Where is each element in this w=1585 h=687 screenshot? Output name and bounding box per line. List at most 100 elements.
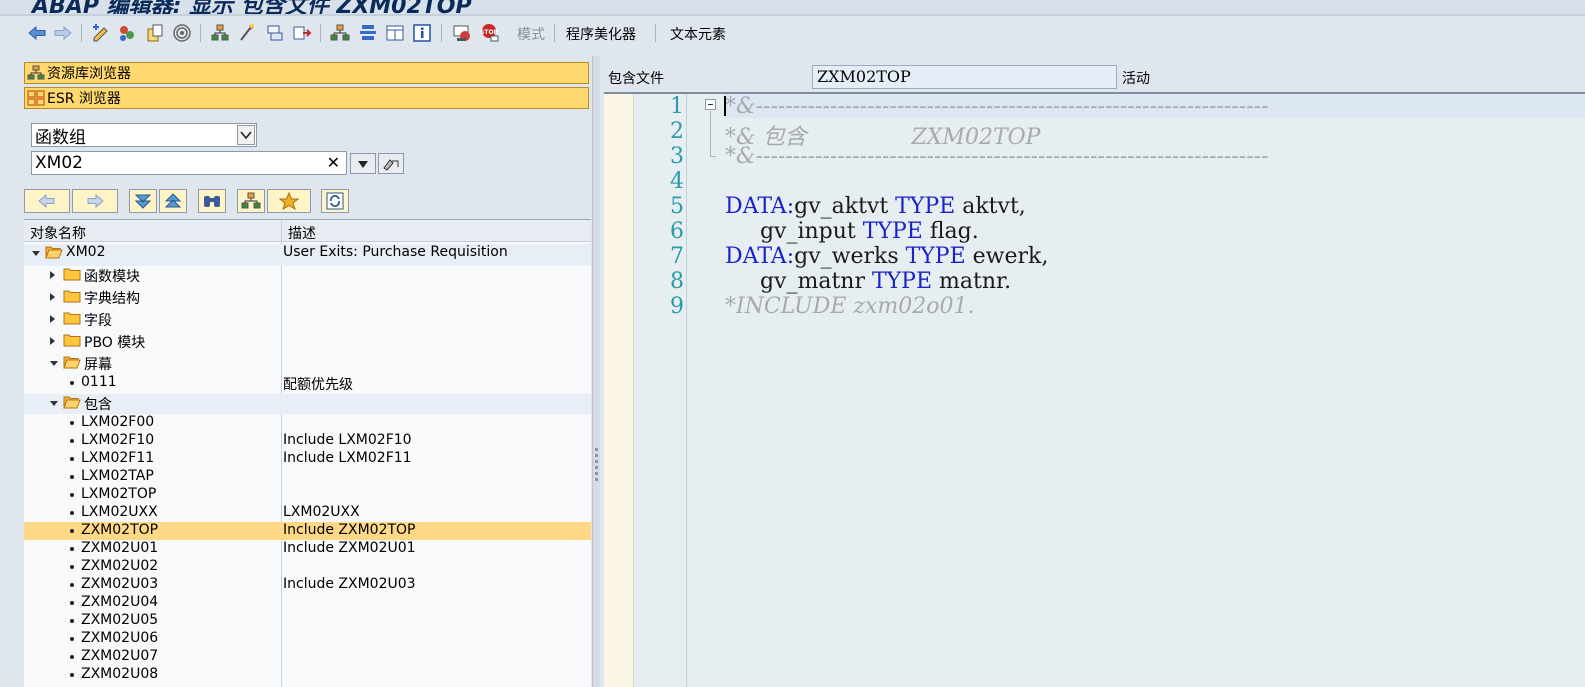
bullet-icon xyxy=(70,439,74,443)
repository-browser-button[interactable]: 资源库浏览器 xyxy=(24,62,589,84)
collapsed-arrow-icon[interactable] xyxy=(50,337,55,345)
stop-breakpoint-icon[interactable]: STOP xyxy=(479,22,501,44)
tree-node-name: ZXM02TOP xyxy=(81,522,159,538)
refresh-button[interactable] xyxy=(321,189,349,213)
binoculars-icon xyxy=(204,196,220,207)
include-name-field[interactable]: ZXM02TOP xyxy=(812,65,1117,89)
tree-row[interactable]: ZXM02U07 xyxy=(24,648,591,666)
tree-node-name: LXM02TOP xyxy=(81,486,157,502)
tree-row[interactable]: ZXM02U04 xyxy=(24,594,591,612)
tree-row[interactable]: 字段 xyxy=(24,310,591,332)
previous-object-button[interactable] xyxy=(24,189,70,213)
bullet-icon xyxy=(70,421,74,425)
code-editor[interactable]: 1 2 3 4 5 6 7 8 9 *&--------------------… xyxy=(604,92,1585,687)
collapsed-arrow-icon[interactable] xyxy=(50,293,55,301)
tree-row[interactable]: 包含 xyxy=(24,394,591,414)
history-dropdown-button[interactable] xyxy=(350,153,376,174)
object-type-select[interactable]: 函数组 xyxy=(31,123,257,148)
application-toolbar: STOP 模式 程序美化器 文本元素 xyxy=(20,18,1585,50)
other-object-icon[interactable] xyxy=(116,22,138,44)
tree-node-name: ZXM02U04 xyxy=(81,594,159,610)
object-name-input[interactable]: XM02 ✕ xyxy=(31,151,347,175)
tree-row[interactable]: XM02 User Exits: Purchase Requisition xyxy=(24,244,591,266)
breakpoint-icon[interactable] xyxy=(451,22,473,44)
tree-row[interactable]: ZXM02TOP Include ZXM02TOP xyxy=(24,522,591,540)
tree-row[interactable]: ZXM02U08 xyxy=(24,666,591,684)
folder-icon xyxy=(63,267,81,281)
tree-node-description: 配额优先级 xyxy=(283,377,353,393)
tree-row[interactable]: 屏幕 xyxy=(24,354,591,374)
find-button[interactable] xyxy=(198,189,226,213)
tree-row[interactable]: LXM02F00 xyxy=(24,414,591,432)
display-icon[interactable] xyxy=(378,153,404,174)
tree-node-name: ZXM02U05 xyxy=(81,612,159,628)
navigation-icon[interactable] xyxy=(264,22,286,44)
chevron-down-icon[interactable] xyxy=(237,125,255,145)
title-divider xyxy=(0,14,1585,16)
breakpoint-gutter[interactable] xyxy=(604,94,634,687)
tree-row[interactable]: ZXM02U05 xyxy=(24,612,591,630)
hierarchy-icon[interactable] xyxy=(329,22,351,44)
tree-row[interactable]: PBO 模块 xyxy=(24,332,591,354)
favorites-button[interactable] xyxy=(267,189,311,213)
line-number: 2 xyxy=(670,119,684,144)
identifier: gv_matnr xyxy=(725,269,872,294)
expand-all-button[interactable] xyxy=(129,189,157,213)
text-elements-button[interactable]: 文本元素 xyxy=(670,24,726,44)
column-header-description[interactable]: 描述 xyxy=(288,223,316,243)
pretty-printer-button[interactable]: 程序美化器 xyxy=(566,24,636,44)
forward-icon[interactable] xyxy=(52,22,74,44)
collapsed-arrow-icon[interactable] xyxy=(50,271,55,279)
expanded-arrow-icon[interactable] xyxy=(32,251,40,256)
tree-node-name: ZXM02U01 xyxy=(81,540,159,556)
object-list-icon[interactable] xyxy=(236,22,258,44)
tree-row[interactable]: LXM02F11 Include LXM02F11 xyxy=(24,450,591,468)
hierarchy-button[interactable] xyxy=(237,189,265,213)
bullet-icon xyxy=(70,583,74,587)
collapse-icon xyxy=(164,193,182,208)
back-icon[interactable] xyxy=(26,22,48,44)
tree-row[interactable]: ZXM02U02 xyxy=(24,558,591,576)
tree-row[interactable]: LXM02UXX LXM02UXX xyxy=(24,504,591,522)
editor-pane: 包含文件 ZXM02TOP 活动 1 2 3 4 5 6 7 8 9 *&---… xyxy=(602,56,1585,687)
layout-icon[interactable] xyxy=(384,22,406,44)
collapse-all-button[interactable] xyxy=(159,189,187,213)
activate-icon[interactable] xyxy=(171,22,193,44)
info-icon[interactable] xyxy=(411,22,433,44)
tree-row[interactable]: 0111 配额优先级 xyxy=(24,374,591,394)
collapse-icon[interactable] xyxy=(705,99,716,110)
tree-row[interactable]: LXM02TAP xyxy=(24,468,591,486)
object-type-value: 函数组 xyxy=(35,127,86,148)
tree-row[interactable]: 字典结构 xyxy=(24,288,591,310)
clear-icon[interactable]: ✕ xyxy=(327,153,340,172)
folder-icon xyxy=(63,289,81,303)
bullet-icon xyxy=(70,493,74,497)
where-used-icon[interactable] xyxy=(209,22,231,44)
bullet-icon xyxy=(70,565,74,569)
tree-row[interactable]: LXM02TOP xyxy=(24,486,591,504)
bullet-icon xyxy=(70,457,74,461)
tree-node-name: 0111 xyxy=(81,374,117,390)
hierarchy-icon[interactable] xyxy=(357,22,379,44)
expanded-arrow-icon[interactable] xyxy=(50,401,58,406)
column-header-name[interactable]: 对象名称 xyxy=(30,223,86,243)
esr-browser-button[interactable]: ESR 浏览器 xyxy=(24,87,589,109)
pane-splitter[interactable] xyxy=(592,56,600,687)
tree-row[interactable]: ZXM02U03 Include ZXM02U03 xyxy=(24,576,591,594)
tree-node-name: LXM02F10 xyxy=(81,432,155,448)
next-object-button[interactable] xyxy=(72,189,118,213)
toolbar-separator xyxy=(320,24,321,42)
display-change-icon[interactable] xyxy=(90,22,112,44)
tree-node-name: PBO 模块 xyxy=(84,335,146,351)
tree-row[interactable]: 函数模块 xyxy=(24,266,591,288)
text-caret xyxy=(724,96,726,116)
tree-row[interactable]: LXM02F10 Include LXM02F10 xyxy=(24,432,591,450)
expanded-arrow-icon[interactable] xyxy=(50,361,58,366)
star-icon xyxy=(279,192,299,210)
check-icon[interactable] xyxy=(144,22,166,44)
mode-button: 模式 xyxy=(517,27,545,43)
tree-row[interactable]: ZXM02U06 xyxy=(24,630,591,648)
tree-row[interactable]: ZXM02U01 Include ZXM02U01 xyxy=(24,540,591,558)
layout-icon[interactable] xyxy=(291,22,313,44)
collapsed-arrow-icon[interactable] xyxy=(50,315,55,323)
